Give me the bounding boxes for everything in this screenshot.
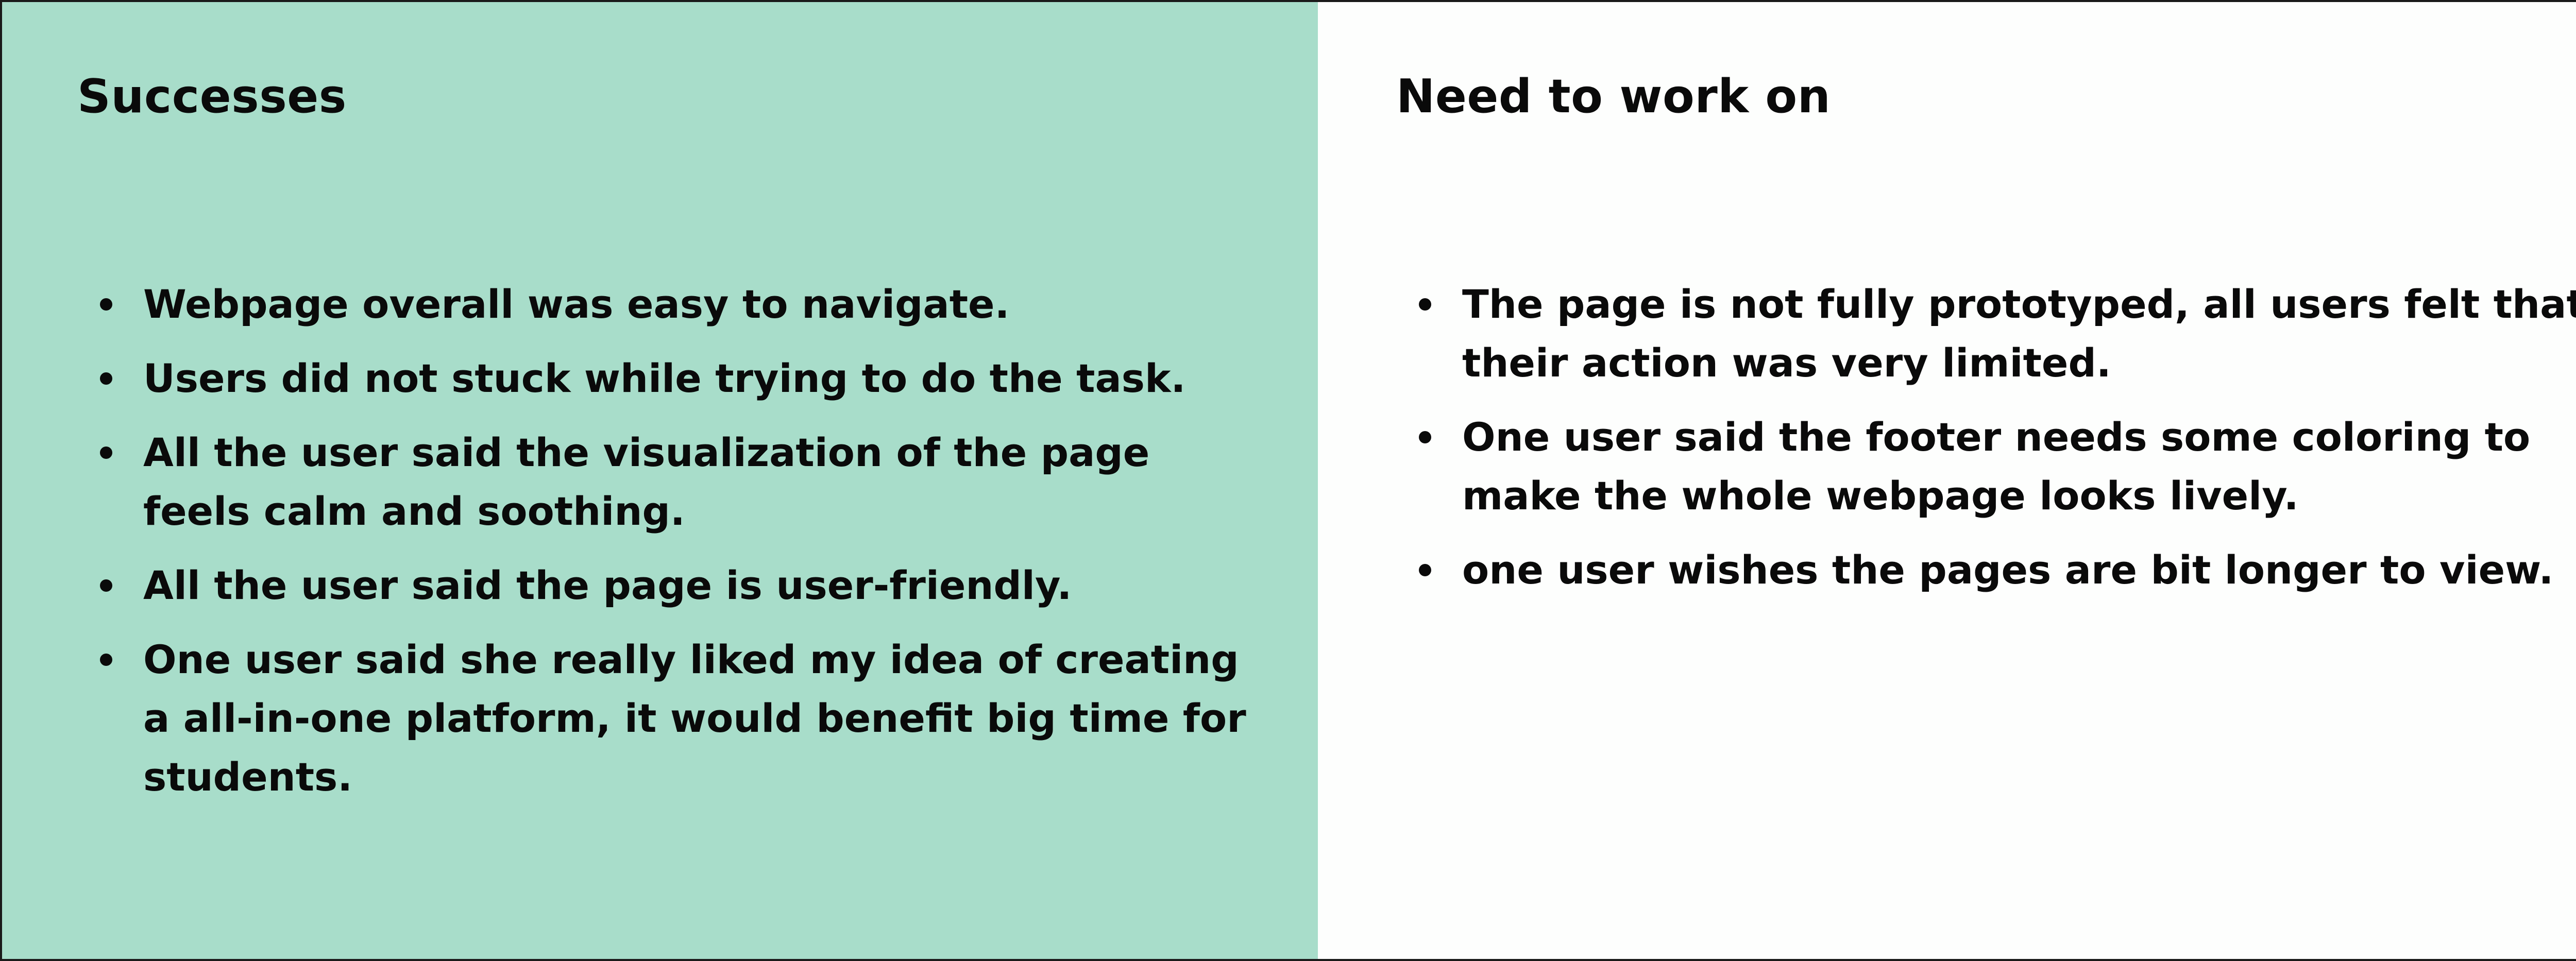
bullet-dot-icon: [100, 654, 112, 666]
list-item-text: Users did not stuck while trying to do t…: [143, 355, 1186, 401]
list-item: Webpage overall was easy to navigate.: [100, 275, 1264, 334]
bullet-dot-icon: [100, 298, 112, 311]
list-item-text: Webpage overall was easy to navigate.: [143, 281, 1010, 327]
needs-work-list: The page is not fully prototyped, all us…: [1419, 275, 2576, 615]
bullet-dot-icon: [100, 447, 112, 459]
bullet-dot-icon: [1419, 564, 1431, 576]
list-item-text: One user said the footer needs some colo…: [1462, 414, 2531, 519]
list-item: One user said the footer needs some colo…: [1419, 408, 2576, 525]
list-item-text: All the user said the visualization of t…: [143, 430, 1150, 534]
bullet-dot-icon: [100, 579, 112, 592]
successes-title: Successes: [77, 70, 347, 124]
list-item: All the user said the page is user-frien…: [100, 556, 1264, 615]
bullet-dot-icon: [1419, 298, 1431, 311]
feedback-board: Successes Webpage overall was easy to na…: [0, 0, 2576, 961]
list-item-text: All the user said the page is user-frien…: [143, 562, 1072, 608]
needs-work-title: Need to work on: [1396, 70, 1831, 124]
list-item-text: The page is not fully prototyped, all us…: [1462, 281, 2576, 386]
bullet-dot-icon: [1419, 431, 1431, 443]
bullet-dot-icon: [100, 372, 112, 385]
successes-panel: Successes Webpage overall was easy to na…: [2, 2, 1318, 959]
list-item: The page is not fully prototyped, all us…: [1419, 275, 2576, 392]
needs-work-panel: Need to work on The page is not fully pr…: [1318, 2, 2576, 959]
list-item: One user said she really liked my idea o…: [100, 630, 1264, 806]
list-item-text: one user wishes the pages are bit longer…: [1462, 547, 2554, 593]
list-item: one user wishes the pages are bit longer…: [1419, 541, 2576, 599]
list-item: All the user said the visualization of t…: [100, 423, 1264, 541]
successes-list: Webpage overall was easy to navigate. Us…: [100, 275, 1264, 822]
list-item: Users did not stuck while trying to do t…: [100, 349, 1264, 408]
list-item-text: One user said she really liked my idea o…: [143, 637, 1246, 800]
